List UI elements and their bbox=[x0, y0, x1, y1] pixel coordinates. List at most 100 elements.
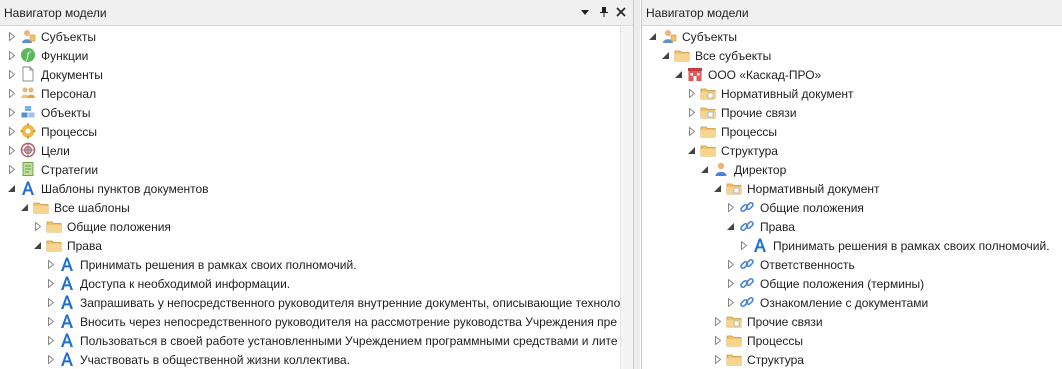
tree-node[interactable]: Общие положения (термины) bbox=[642, 274, 1062, 293]
collapsed-arrow-icon[interactable] bbox=[740, 241, 748, 250]
tree-node[interactable]: Запрашивать у непосредственного руководи… bbox=[0, 293, 633, 312]
tree-node[interactable]: Ответственность bbox=[642, 255, 1062, 274]
tree-node[interactable]: f Функции bbox=[0, 46, 633, 65]
collapsed-arrow-icon[interactable] bbox=[8, 70, 16, 79]
tree-node[interactable]: Прочие связи bbox=[642, 312, 1062, 331]
collapsed-arrow-icon[interactable] bbox=[8, 165, 16, 174]
tree-node-label: Общие положения (термины) bbox=[760, 277, 925, 291]
tree-node[interactable]: Объекты bbox=[0, 103, 633, 122]
collapsed-arrow-icon[interactable] bbox=[47, 336, 55, 345]
collapsed-arrow-icon[interactable] bbox=[727, 260, 735, 269]
tree-node[interactable]: Участвовать в общественной жизни коллект… bbox=[0, 350, 633, 369]
tree-node[interactable]: Права bbox=[0, 236, 633, 255]
tree-node[interactable]: Процессы bbox=[0, 122, 633, 141]
tree-node-label: Объекты bbox=[41, 106, 91, 120]
subjects-icon bbox=[661, 28, 677, 44]
collapsed-arrow-icon[interactable] bbox=[47, 317, 55, 326]
panel-header: Навигатор модели bbox=[642, 0, 1062, 26]
collapsed-arrow-icon[interactable] bbox=[727, 298, 735, 307]
panel-splitter[interactable] bbox=[634, 0, 640, 369]
tree-node[interactable]: Процессы bbox=[642, 331, 1062, 350]
expanded-arrow-icon[interactable] bbox=[675, 70, 683, 79]
organization-icon bbox=[687, 66, 703, 82]
collapsed-arrow-icon[interactable] bbox=[47, 260, 55, 269]
tree-node[interactable]: Стратегии bbox=[0, 160, 633, 179]
template-icon bbox=[59, 275, 75, 291]
tree-node[interactable]: ООО «Каскад-ПРО» bbox=[642, 65, 1062, 84]
tree-node[interactable]: Директор bbox=[642, 160, 1062, 179]
expanded-arrow-icon[interactable] bbox=[701, 165, 709, 174]
collapsed-arrow-icon[interactable] bbox=[714, 355, 722, 364]
vertical-scrollbar[interactable] bbox=[620, 27, 633, 369]
collapsed-arrow-icon[interactable] bbox=[8, 89, 16, 98]
collapsed-arrow-icon[interactable] bbox=[727, 203, 735, 212]
close-icon[interactable] bbox=[614, 4, 628, 20]
tree-node[interactable]: Прочие связи bbox=[642, 103, 1062, 122]
expanded-arrow-icon[interactable] bbox=[714, 184, 722, 193]
tree-node[interactable]: Принимать решения в рамках своих полномо… bbox=[0, 255, 633, 274]
tree-node[interactable]: Процессы bbox=[642, 122, 1062, 141]
expanded-arrow-icon[interactable] bbox=[662, 51, 670, 60]
collapsed-arrow-icon[interactable] bbox=[8, 127, 16, 136]
collapsed-arrow-icon[interactable] bbox=[714, 317, 722, 326]
tree-node[interactable]: Субъекты bbox=[642, 27, 1062, 46]
tree-node[interactable]: Цели bbox=[0, 141, 633, 160]
tree-node[interactable]: Документы bbox=[0, 65, 633, 84]
folder-icon bbox=[700, 123, 716, 139]
collapsed-arrow-icon[interactable] bbox=[8, 146, 16, 155]
tree-node[interactable]: Структура bbox=[642, 350, 1062, 369]
tree-node[interactable]: Все субъекты bbox=[642, 46, 1062, 65]
tree-node[interactable]: Все шаблоны bbox=[0, 198, 633, 217]
tree-node-label: Директор bbox=[734, 163, 787, 177]
expanded-arrow-icon[interactable] bbox=[34, 241, 42, 250]
tree-node[interactable]: Ознакомление с документами bbox=[642, 293, 1062, 312]
tree-node[interactable]: Доступа к необходимой информации. bbox=[0, 274, 633, 293]
collapsed-arrow-icon[interactable] bbox=[34, 222, 42, 231]
tree-node[interactable]: Шаблоны пунктов документов bbox=[0, 179, 633, 198]
pin-icon[interactable] bbox=[597, 4, 611, 20]
model-navigator-left: Навигатор модели Субъекты f Функции Докумен… bbox=[0, 0, 634, 369]
collapsed-arrow-icon[interactable] bbox=[47, 279, 55, 288]
collapsed-arrow-icon[interactable] bbox=[688, 108, 696, 117]
tree-node[interactable]: Нормативный документ bbox=[642, 179, 1062, 198]
process-icon bbox=[20, 123, 36, 139]
link-icon bbox=[739, 256, 755, 272]
tree-node[interactable]: Пользоваться в своей работе установленны… bbox=[0, 331, 633, 350]
tree-node-label: Все субъекты bbox=[695, 49, 772, 63]
tree-node[interactable]: Нормативный документ bbox=[642, 84, 1062, 103]
goal-icon bbox=[20, 142, 36, 158]
expanded-arrow-icon[interactable] bbox=[649, 32, 657, 41]
tree-node[interactable]: Общие положения bbox=[0, 217, 633, 236]
tree-node[interactable]: Принимать решения в рамках своих полномо… bbox=[642, 236, 1062, 255]
collapsed-arrow-icon[interactable] bbox=[714, 336, 722, 345]
tree-node[interactable]: Вносить через непосредственного руководи… bbox=[0, 312, 633, 331]
expanded-arrow-icon[interactable] bbox=[688, 146, 696, 155]
collapsed-arrow-icon[interactable] bbox=[8, 108, 16, 117]
collapsed-arrow-icon[interactable] bbox=[688, 89, 696, 98]
tree-node-label: Структура bbox=[747, 353, 804, 367]
collapsed-arrow-icon[interactable] bbox=[47, 355, 55, 364]
collapsed-arrow-icon[interactable] bbox=[8, 32, 16, 41]
collapsed-arrow-icon[interactable] bbox=[47, 298, 55, 307]
tree-node-label: Субъекты bbox=[41, 30, 96, 44]
expanded-arrow-icon[interactable] bbox=[21, 203, 29, 212]
tree-node-label: Доступа к необходимой информации. bbox=[80, 277, 291, 291]
personnel-icon bbox=[20, 85, 36, 101]
tree-node[interactable]: Права bbox=[642, 217, 1062, 236]
tree-node[interactable]: Персонал bbox=[0, 84, 633, 103]
folder-icon bbox=[726, 351, 742, 367]
collapsed-arrow-icon[interactable] bbox=[8, 51, 16, 60]
tree-node[interactable]: Субъекты bbox=[0, 27, 633, 46]
tree-node-label: Прочие связи bbox=[721, 106, 797, 120]
tree-node[interactable]: Общие положения bbox=[642, 198, 1062, 217]
template-icon bbox=[59, 256, 75, 272]
collapsed-arrow-icon[interactable] bbox=[688, 127, 696, 136]
collapsed-arrow-icon[interactable] bbox=[727, 279, 735, 288]
expanded-arrow-icon[interactable] bbox=[727, 222, 735, 231]
tree-node-label: Все шаблоны bbox=[54, 201, 130, 215]
tree-node[interactable]: Структура bbox=[642, 141, 1062, 160]
template-icon bbox=[752, 237, 768, 253]
panel-header: Навигатор модели bbox=[0, 0, 633, 26]
dropdown-arrow-icon[interactable] bbox=[578, 4, 592, 20]
expanded-arrow-icon[interactable] bbox=[8, 184, 16, 193]
